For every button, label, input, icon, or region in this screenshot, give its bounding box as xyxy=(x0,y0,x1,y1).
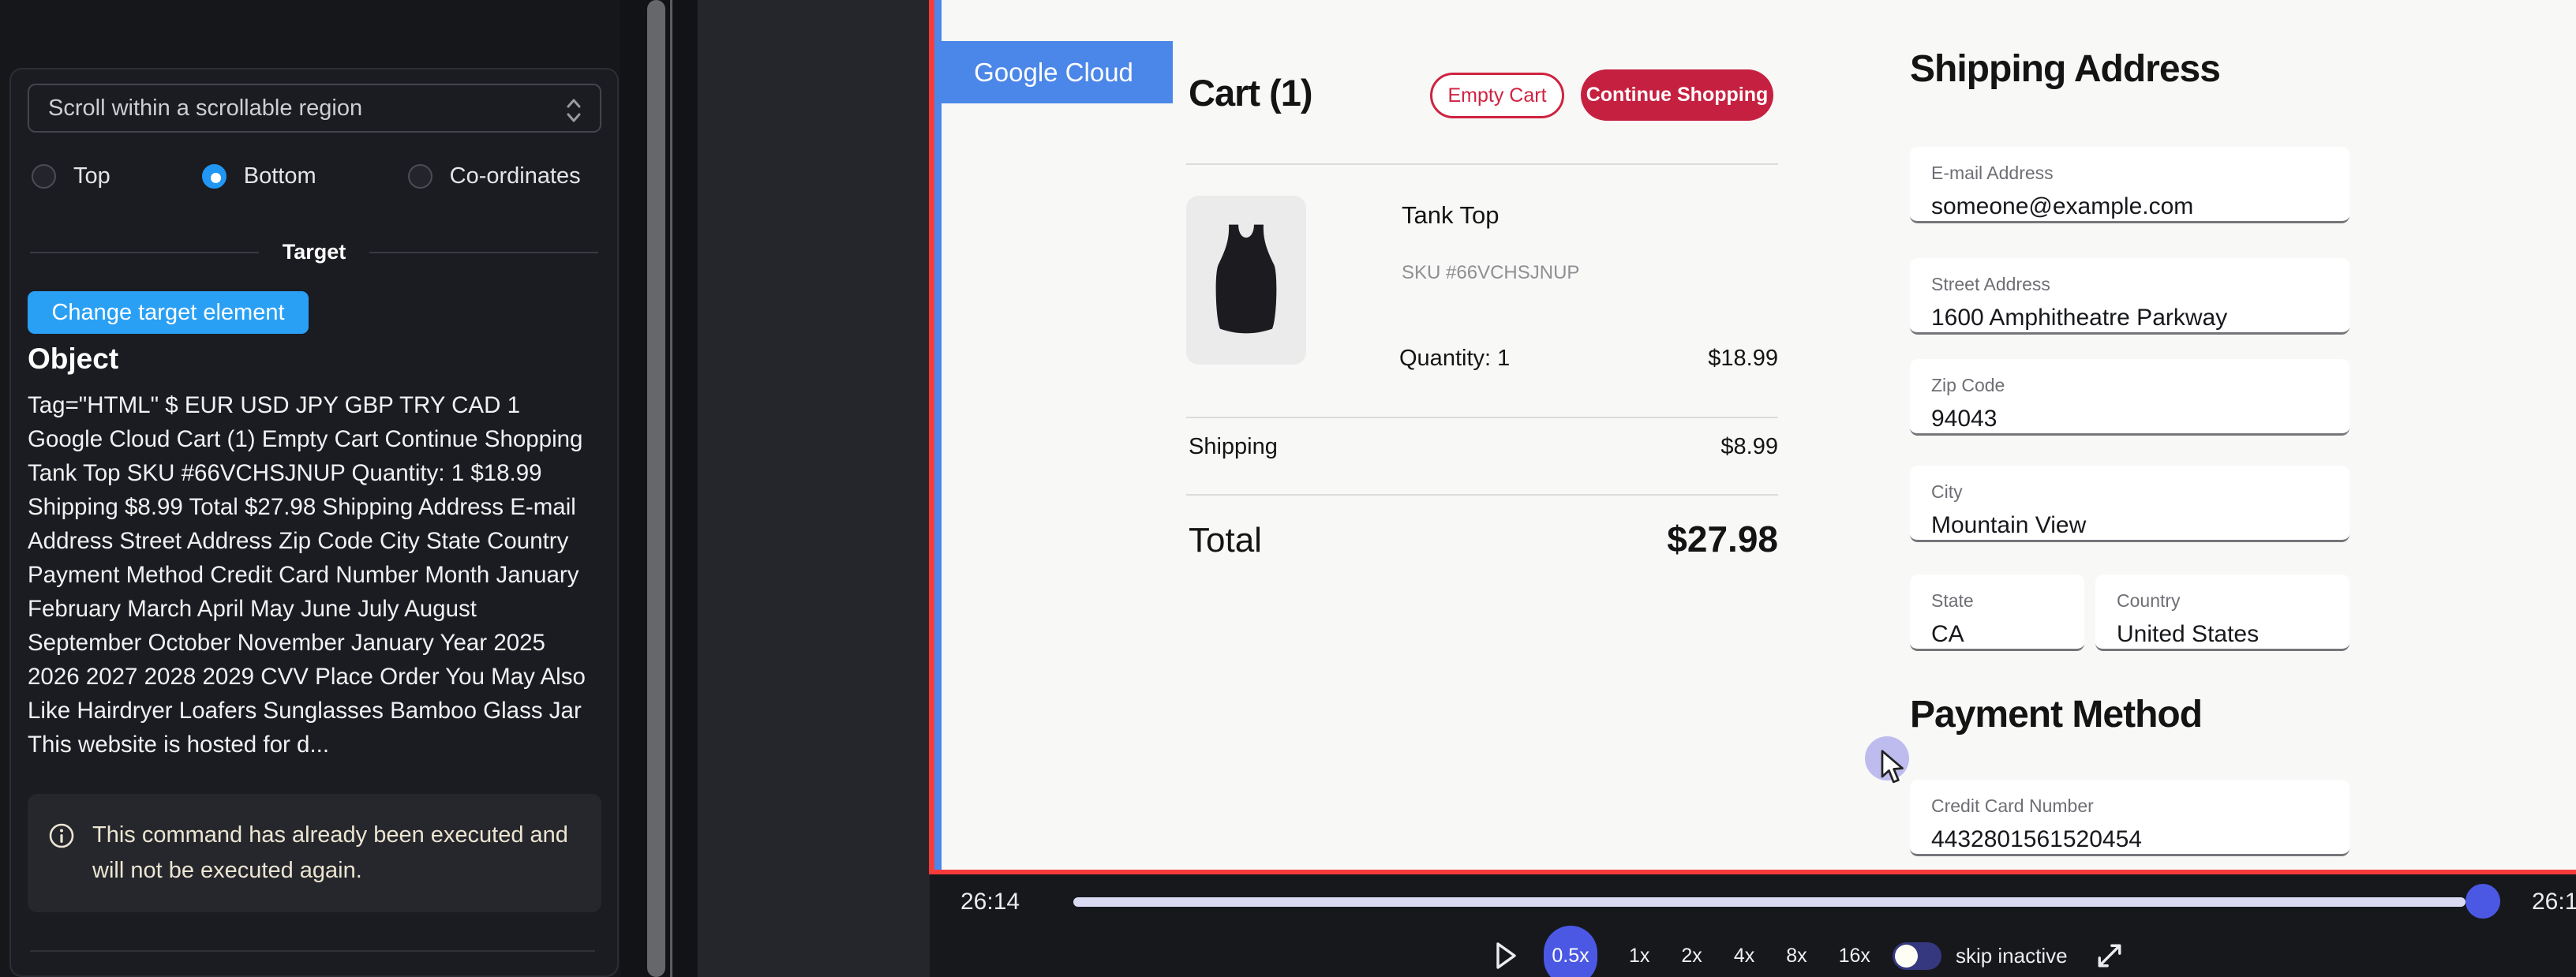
country-value: United States xyxy=(2117,621,2349,648)
radio-bottom[interactable]: Bottom xyxy=(202,163,316,189)
playback-controls: 0.5x 1x 2x 4x 8x 16x skip inactive xyxy=(1493,933,2123,977)
seek-handle[interactable] xyxy=(2466,884,2500,919)
zip-label: Zip Code xyxy=(1931,375,2349,396)
radio-bottom-label: Bottom xyxy=(244,163,316,189)
speed-option-2x[interactable]: 2x xyxy=(1681,945,1702,968)
google-cloud-badge: Google Cloud xyxy=(942,41,1173,103)
product-price: $18.99 xyxy=(1620,346,1778,372)
total-price: $27.98 xyxy=(1541,518,1778,560)
email-value: someone@example.com xyxy=(1931,193,2349,220)
target-section-divider: Target xyxy=(30,240,598,264)
command-type-value: Scroll within a scrollable region xyxy=(48,95,362,122)
country-field[interactable]: Country United States xyxy=(2095,575,2349,651)
fullscreen-icon[interactable] xyxy=(2096,942,2123,969)
shipping-label: Shipping xyxy=(1189,434,1278,460)
skip-inactive-label: skip inactive xyxy=(1956,944,2068,968)
speed-option-8x[interactable]: 8x xyxy=(1786,945,1807,968)
tank-top-icon xyxy=(1203,217,1290,343)
radio-bottom-circle-icon[interactable] xyxy=(202,164,227,189)
seek-bar[interactable] xyxy=(1073,897,2466,907)
continue-shopping-button[interactable]: Continue Shopping xyxy=(1581,69,1773,121)
city-field[interactable]: City Mountain View xyxy=(1910,466,2349,542)
radio-top-circle-icon[interactable] xyxy=(32,164,56,189)
divider-line xyxy=(30,252,259,253)
product-quantity: Quantity: 1 xyxy=(1399,346,1510,372)
city-label: City xyxy=(1931,481,2349,503)
notice-text: This command has already been executed a… xyxy=(92,818,581,889)
radio-top-label: Top xyxy=(73,163,110,189)
command-type-select[interactable]: Scroll within a scrollable region xyxy=(28,84,601,133)
current-time: 26:14 xyxy=(960,889,1020,915)
zip-code-field[interactable]: Zip Code 94043 xyxy=(1910,359,2349,436)
country-label: Country xyxy=(2117,590,2349,612)
product-sku: SKU #66VCHSJNUP xyxy=(1402,262,1579,284)
speed-option-0-5x[interactable]: 0.5x xyxy=(1544,926,1597,977)
scroll-position-radio-group: Top Bottom Co-ordinates xyxy=(32,158,581,194)
email-label: E-mail Address xyxy=(1931,163,2349,184)
select-chevrons-icon xyxy=(564,96,584,131)
street-label: Street Address xyxy=(1931,274,2349,295)
zip-value: 94043 xyxy=(1931,406,2349,432)
replay-stage-background xyxy=(698,0,930,977)
street-address-field[interactable]: Street Address 1600 Amphitheatre Parkway xyxy=(1910,258,2349,335)
shipping-price: $8.99 xyxy=(1620,434,1778,460)
credit-card-value: 4432801561520454 xyxy=(1931,826,2349,853)
panel-scrollbar[interactable] xyxy=(647,0,665,977)
city-value: Mountain View xyxy=(1931,512,2349,539)
speed-option-4x[interactable]: 4x xyxy=(1734,945,1754,968)
radio-top[interactable]: Top xyxy=(32,163,110,189)
payment-method-heading: Payment Method xyxy=(1910,693,2202,736)
divider xyxy=(1186,494,1778,496)
credit-card-label: Credit Card Number xyxy=(1931,795,2349,817)
radio-coordinates-label: Co-ordinates xyxy=(450,163,581,189)
replayed-webpage: Google Cloud Cart (1) Empty Cart Continu… xyxy=(942,0,2576,870)
radio-coordinates-circle-icon[interactable] xyxy=(408,164,432,189)
panel-divider xyxy=(30,950,595,952)
shipping-address-heading: Shipping Address xyxy=(1910,47,2220,91)
street-value: 1600 Amphitheatre Parkway xyxy=(1931,305,2349,331)
state-field[interactable]: State CA xyxy=(1910,575,2084,651)
session-replay-app: Scroll within a scrollable region Top Bo… xyxy=(0,0,2576,977)
toggle-knob xyxy=(1895,945,1918,968)
state-value: CA xyxy=(1931,621,2084,648)
speed-option-16x[interactable]: 16x xyxy=(1839,945,1870,968)
radio-coordinates[interactable]: Co-ordinates xyxy=(408,163,581,189)
change-target-element-button[interactable]: Change target element xyxy=(28,291,309,334)
object-heading: Object xyxy=(28,343,118,376)
info-icon xyxy=(48,822,75,849)
command-panel: Scroll within a scrollable region Top Bo… xyxy=(9,68,619,977)
total-label: Total xyxy=(1189,521,1262,560)
email-field[interactable]: E-mail Address someone@example.com xyxy=(1910,147,2349,223)
product-image-tank-top xyxy=(1186,196,1306,365)
divider-line xyxy=(369,252,598,253)
divider xyxy=(1186,163,1778,165)
speed-option-1x[interactable]: 1x xyxy=(1629,945,1649,968)
divider xyxy=(1186,417,1778,418)
mouse-cursor-icon xyxy=(1879,750,1912,790)
cart-title: Cart (1) xyxy=(1189,71,1312,114)
target-highlight-border-left xyxy=(929,0,934,874)
skip-inactive-toggle[interactable] xyxy=(1893,942,1941,970)
panel-splitter-handle[interactable] xyxy=(670,0,672,977)
credit-card-number-field[interactable]: Credit Card Number 4432801561520454 xyxy=(1910,780,2349,856)
already-executed-notice: This command has already been executed a… xyxy=(28,794,601,912)
playback-bar: 26:14 26:1 0.5x 1x 2x 4x 8x 16x skip ina… xyxy=(930,874,2576,977)
viewport-edge-highlight xyxy=(934,0,942,870)
object-text: Tag="HTML" $ EUR USD JPY GBP TRY CAD 1 G… xyxy=(28,388,594,762)
empty-cart-button[interactable]: Empty Cart xyxy=(1430,73,1564,118)
end-time: 26:1 xyxy=(2532,889,2576,915)
state-label: State xyxy=(1931,590,2084,612)
target-section-label: Target xyxy=(283,240,346,264)
play-button[interactable] xyxy=(1493,941,1518,971)
product-name: Tank Top xyxy=(1402,201,1500,230)
